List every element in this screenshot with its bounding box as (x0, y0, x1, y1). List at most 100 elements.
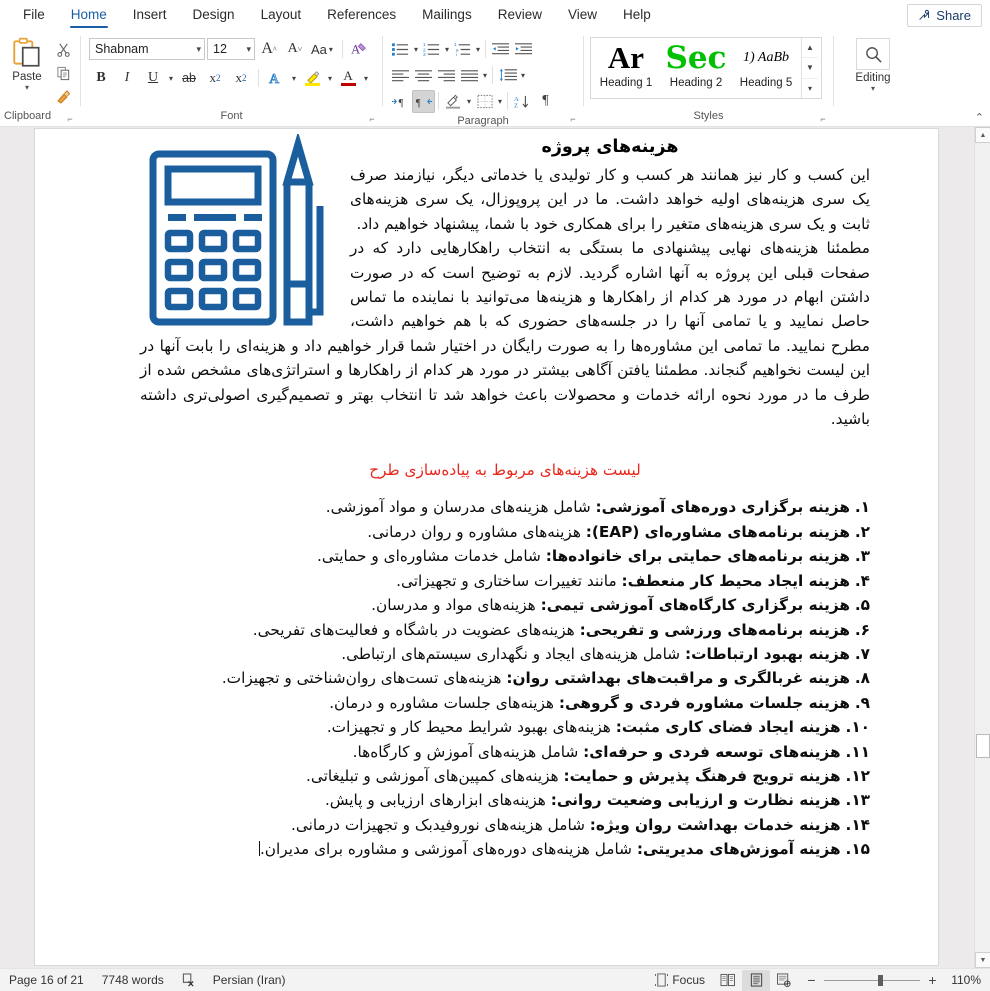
tab-file[interactable]: File (10, 0, 58, 31)
highlight-caret[interactable]: ▾ (326, 74, 334, 83)
tab-view[interactable]: View (555, 0, 610, 31)
align-center-button[interactable] (412, 64, 435, 87)
collapse-ribbon-button[interactable]: ⌃ (975, 111, 984, 124)
clear-formatting-icon: A (351, 42, 366, 56)
styles-scroll-down[interactable]: ▼ (802, 58, 818, 79)
zoom-out-button[interactable]: − (806, 972, 817, 988)
svg-text:A: A (351, 42, 360, 56)
numbering-button[interactable]: 123 (420, 38, 443, 61)
borders-caret[interactable]: ▾ (496, 97, 504, 106)
text-effects-button[interactable]: A (264, 66, 288, 90)
styles-more[interactable]: ▾ (802, 79, 818, 98)
multilevel-list-button[interactable]: 1ai (451, 38, 474, 61)
bullets-caret[interactable]: ▾ (412, 45, 420, 54)
print-layout-icon (750, 973, 762, 987)
tab-review[interactable]: Review (485, 0, 555, 31)
format-painter-button[interactable] (50, 86, 76, 108)
shrink-font-button[interactable]: A ˅ (283, 37, 307, 61)
vertical-scrollbar[interactable]: ▲ ▼ (974, 127, 990, 968)
paste-button[interactable]: Paste ▾ (4, 34, 50, 92)
paragraph-dialog-launcher[interactable]: ⌐ (567, 113, 579, 125)
word-count[interactable]: 7748 words (93, 969, 173, 991)
tab-references[interactable]: References (314, 0, 409, 31)
bullets-button[interactable] (389, 38, 412, 61)
decrease-indent-button[interactable] (489, 38, 512, 61)
increase-indent-icon (515, 43, 533, 55)
font-color-button[interactable]: A (336, 66, 360, 90)
tab-home[interactable]: Home (58, 0, 120, 31)
text-effects-caret[interactable]: ▾ (290, 74, 298, 83)
left-to-right-button[interactable]: ¶ (389, 90, 412, 113)
highlight-button[interactable] (300, 66, 324, 90)
right-to-left-button[interactable]: ¶ (412, 89, 435, 113)
paste-dropdown-caret[interactable]: ▾ (25, 84, 29, 92)
align-left-button[interactable] (389, 64, 412, 87)
tab-help[interactable]: Help (610, 0, 664, 31)
style-name: Heading 5 (739, 77, 793, 89)
sort-button[interactable]: AZ (511, 90, 534, 113)
tab-layout[interactable]: Layout (248, 0, 315, 31)
read-mode-button[interactable] (714, 970, 742, 991)
share-button[interactable]: Share (907, 4, 982, 27)
editing-dropdown-caret[interactable]: ▾ (871, 85, 875, 93)
font-dialog-launcher[interactable]: ⌐ (366, 113, 378, 125)
proofing-status[interactable] (173, 969, 204, 991)
scroll-down-button[interactable]: ▼ (975, 952, 990, 968)
borders-button[interactable] (473, 90, 496, 113)
ribbon-group-font: Shabnam ▾ 12 ▾ A ^ A ˅ Aa ▾ A B I U ▾ ab… (83, 31, 380, 126)
align-center-icon (415, 69, 432, 81)
document-page[interactable]: هزینه‌های پروژه این کسب و کار نیز همانند… (35, 129, 938, 965)
shading-button[interactable] (442, 90, 465, 113)
tab-design[interactable]: Design (180, 0, 248, 31)
bold-button[interactable]: B (89, 66, 113, 90)
font-size-combo[interactable]: 12 ▾ (207, 38, 255, 60)
cut-button[interactable] (50, 38, 76, 60)
list-item-number: ۴. (854, 571, 870, 590)
zoom-level-label[interactable]: 110% (946, 973, 990, 987)
print-layout-button[interactable] (742, 969, 770, 991)
multilevel-caret[interactable]: ▾ (474, 45, 482, 54)
subscript-button[interactable]: x2 (203, 66, 227, 90)
style-heading-2[interactable]: Sec Heading 2 (661, 38, 731, 98)
copy-button[interactable] (50, 62, 76, 84)
change-case-button[interactable]: Aa ▾ (309, 37, 337, 61)
show-formatting-marks-button[interactable]: ¶ (534, 90, 557, 113)
font-name-combo[interactable]: Shabnam ▾ (89, 38, 205, 60)
document-scroll-area[interactable]: هزینه‌های پروژه این کسب و کار نیز همانند… (0, 127, 990, 968)
web-layout-button[interactable] (770, 970, 798, 991)
page-indicator[interactable]: Page 16 of 21 (0, 969, 93, 991)
justify-button[interactable] (458, 64, 481, 87)
scrollbar-thumb[interactable] (976, 734, 990, 758)
zoom-slider-track[interactable] (824, 974, 920, 986)
italic-button[interactable]: I (115, 66, 139, 90)
style-heading-1[interactable]: Ar Heading 1 (591, 38, 661, 98)
align-right-button[interactable] (435, 64, 458, 87)
justify-caret[interactable]: ▾ (481, 71, 489, 80)
editing-button[interactable]: Editing ▾ (843, 34, 903, 93)
clipboard-dialog-launcher[interactable]: ⌐ (64, 113, 76, 125)
line-spacing-caret[interactable]: ▾ (519, 71, 527, 80)
line-spacing-button[interactable] (496, 64, 519, 87)
styles-dialog-launcher[interactable]: ⌐ (817, 113, 829, 125)
zoom-in-button[interactable]: + (927, 972, 938, 988)
grow-font-button[interactable]: A ^ (257, 37, 281, 61)
underline-button[interactable]: U (141, 66, 165, 90)
focus-mode-button[interactable]: Focus (646, 969, 714, 991)
increase-indent-button[interactable] (512, 38, 535, 61)
shading-caret[interactable]: ▾ (465, 97, 473, 106)
scroll-up-button[interactable]: ▲ (975, 127, 990, 143)
superscript-button[interactable]: x2 (229, 66, 253, 90)
strikethrough-button[interactable]: ab (177, 66, 201, 90)
style-heading-5[interactable]: 1) AaBb Heading 5 (731, 38, 801, 98)
language-indicator[interactable]: Persian (Iran) (204, 969, 295, 991)
document-content[interactable]: هزینه‌های پروژه این کسب و کار نیز همانند… (140, 131, 870, 862)
numbering-caret[interactable]: ▾ (443, 45, 451, 54)
font-color-caret[interactable]: ▾ (362, 74, 370, 83)
tab-insert[interactable]: Insert (120, 0, 180, 31)
zoom-slider-thumb[interactable] (878, 974, 883, 986)
tab-mailings[interactable]: Mailings (409, 0, 485, 31)
styles-scroll-up[interactable]: ▲ (802, 38, 818, 59)
zoom-control[interactable]: − + (798, 972, 946, 988)
underline-dropdown-caret[interactable]: ▾ (167, 74, 175, 83)
clear-formatting-button[interactable]: A (348, 37, 372, 61)
